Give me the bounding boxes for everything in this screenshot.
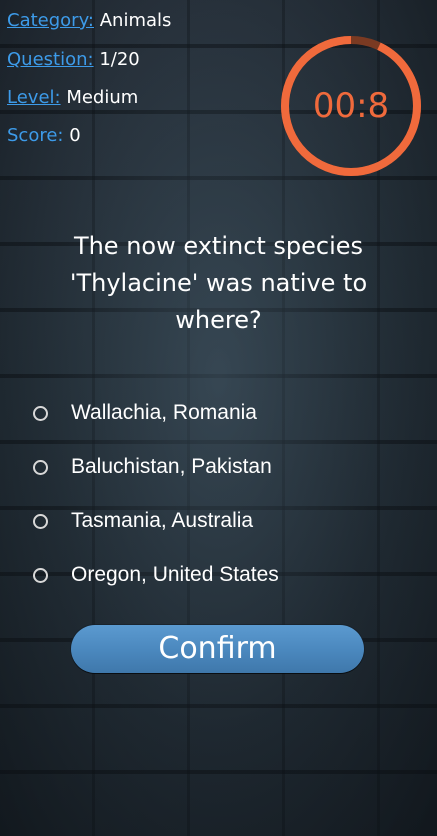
score-stat: Score: 0: [7, 125, 81, 147]
radio-button[interactable]: [33, 567, 48, 583]
answer-option[interactable]: Tasmania, Australia: [33, 494, 413, 548]
question-stat: Question: 1/20: [7, 49, 140, 71]
score-value: 0: [69, 125, 81, 146]
answer-option[interactable]: Baluchistan, Pakistan: [33, 440, 413, 494]
radio-button[interactable]: [33, 513, 48, 529]
radio-button[interactable]: [33, 405, 48, 421]
level-link[interactable]: Level:: [7, 87, 61, 108]
question-text: The now extinct species 'Thylacine' was …: [69, 232, 368, 334]
question-link[interactable]: Question:: [7, 49, 94, 70]
quiz-screen: { "stats": { "category": {"label": "Cate…: [0, 0, 437, 836]
level-stat: Level: Medium: [7, 87, 138, 109]
answer-option-label: Wallachia, Romania: [71, 401, 257, 424]
confirm-button[interactable]: Confirm: [71, 625, 364, 673]
answer-options: Wallachia, Romania Baluchistan, Pakistan…: [33, 386, 413, 602]
answer-option-label: Tasmania, Australia: [71, 509, 254, 532]
category-link[interactable]: Category:: [7, 10, 94, 31]
radio-button[interactable]: [33, 459, 48, 475]
answer-option-label: Oregon, United States: [71, 563, 279, 586]
level-value: Medium: [66, 87, 139, 108]
answer-option[interactable]: Wallachia, Romania: [33, 386, 413, 440]
answer-option[interactable]: Oregon, United States: [33, 548, 413, 602]
category-value: Animals: [99, 10, 172, 31]
countdown-timer: 00:8: [277, 32, 425, 180]
category-stat: Category: Animals: [7, 10, 171, 32]
question-progress-value: 1/20: [99, 49, 140, 70]
score-label: Score:: [7, 125, 64, 146]
answer-option-label: Baluchistan, Pakistan: [71, 455, 272, 478]
timer-text: 00:8: [312, 86, 390, 126]
